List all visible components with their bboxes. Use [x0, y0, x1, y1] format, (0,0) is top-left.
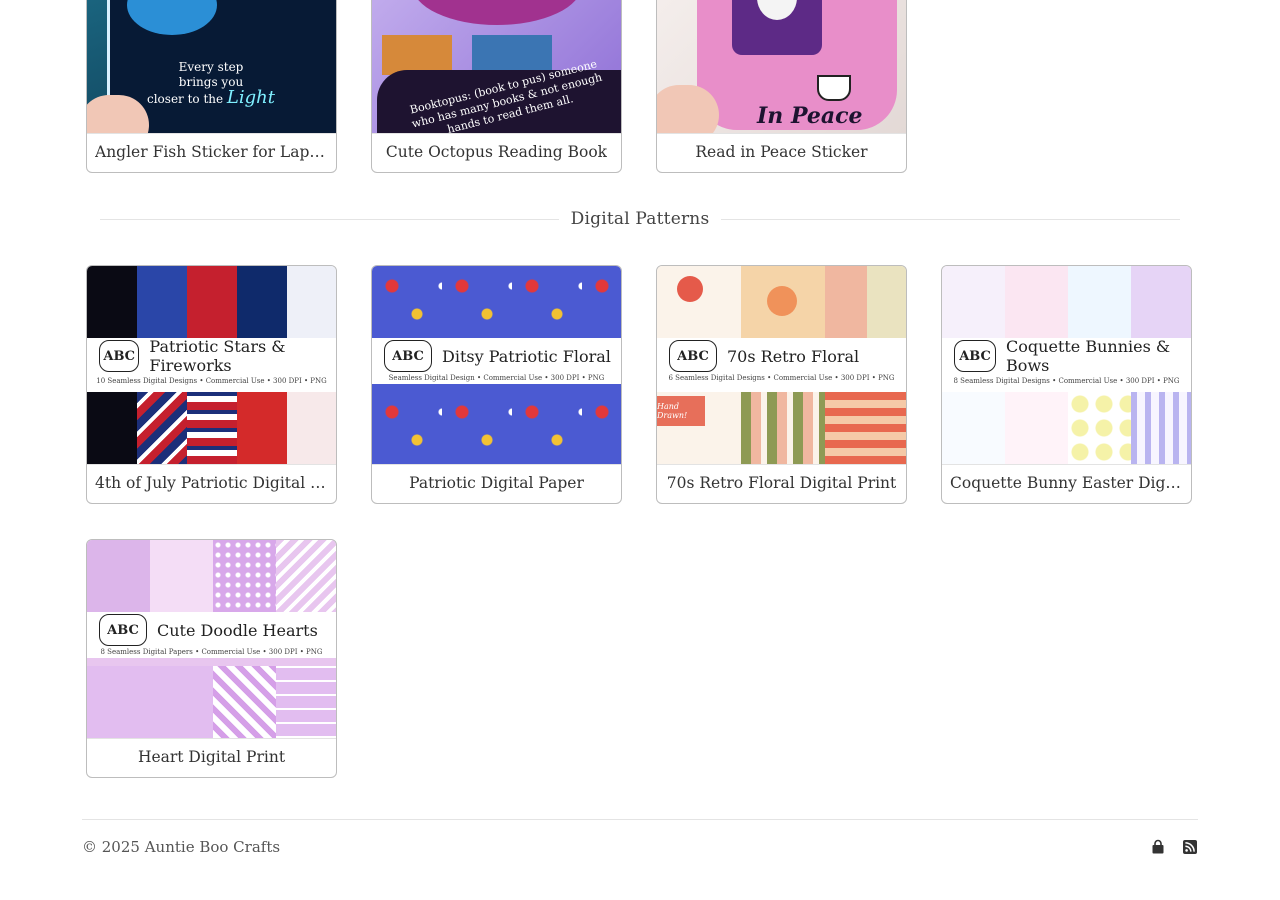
shopping-bag-icon[interactable] — [1150, 839, 1166, 855]
pattern-label: ABC Ditsy Patriotic Floral Seamless Digit… — [372, 338, 621, 384]
section-title: Digital Patterns — [570, 209, 710, 229]
product-title: Read in Peace Sticker — [695, 143, 868, 161]
brand-logo: ABC — [384, 340, 432, 372]
pattern-label: ABC 70s Retro Floral 6 Seamless Digital D… — [657, 338, 906, 384]
product-card-doodle-hearts[interactable]: ABC Cute Doodle Hearts 8 Seamless Digital… — [86, 539, 337, 778]
product-card-ditsy-floral[interactable]: ABC Ditsy Patriotic Floral Seamless Digit… — [371, 265, 622, 504]
product-image: Booktopus: (book to pus) someone who has… — [372, 0, 621, 134]
product-image: ABC Ditsy Patriotic Floral Seamless Digit… — [372, 266, 621, 465]
brand-logo: ABC — [99, 614, 147, 646]
product-image: ABC Patriotic Stars & Fireworks 10 Seamle… — [87, 266, 336, 465]
divider — [721, 218, 1181, 220]
section-header: Digital Patterns — [100, 206, 1181, 232]
product-card-read-in-peace[interactable]: In Peace Read in Peace Sticker — [656, 0, 907, 173]
brand-logo: ABC — [669, 340, 717, 372]
product-image: ABC Coquette Bunnies & Bows 8 Seamless Di… — [942, 266, 1191, 465]
product-card-70s-retro-floral[interactable]: Hand Drawn! ABC 70s Retro Floral 6 Seamle… — [656, 265, 907, 504]
product-card-angler-fish[interactable]: Every step brings you closer to the Light … — [86, 0, 337, 173]
product-image: ABC Cute Doodle Hearts 8 Seamless Digital… — [87, 540, 336, 739]
product-image: In Peace — [657, 0, 906, 134]
product-title: Heart Digital Print — [137, 748, 286, 766]
product-title: Cute Octopus Reading Book — [385, 143, 608, 161]
footer-icons — [1150, 839, 1198, 855]
product-image: Every step brings you closer to the Light — [87, 0, 336, 134]
product-title: 4th of July Patriotic Digital Paper — [95, 474, 328, 492]
product-image: Hand Drawn! ABC 70s Retro Floral 6 Seamle… — [657, 266, 906, 465]
product-card-coquette-bunnies[interactable]: ABC Coquette Bunnies & Bows 8 Seamless Di… — [941, 265, 1192, 504]
brand-logo: ABC — [99, 340, 140, 372]
footer-divider — [82, 819, 1198, 820]
product-card-octopus[interactable]: Booktopus: (book to pus) someone who has… — [371, 0, 622, 173]
product-card-patriotic-stars[interactable]: ABC Patriotic Stars & Fireworks 10 Seamle… — [86, 265, 337, 504]
product-title: 70s Retro Floral Digital Print — [666, 474, 897, 492]
hand-drawn-badge: Hand Drawn! — [657, 396, 705, 426]
product-title: Angler Fish Sticker for Laptop — [95, 143, 328, 161]
brand-logo: ABC — [954, 340, 997, 372]
product-title: Patriotic Digital Paper — [409, 474, 584, 492]
footer-copyright: © 2025 Auntie Boo Crafts — [82, 838, 281, 856]
product-title: Coquette Bunny Easter Digital Paper — [950, 474, 1183, 492]
rss-icon[interactable] — [1182, 839, 1198, 855]
pattern-label: ABC Cute Doodle Hearts 8 Seamless Digital… — [87, 612, 336, 658]
pattern-label: ABC Coquette Bunnies & Bows 8 Seamless Di… — [942, 337, 1191, 385]
divider — [100, 218, 559, 220]
pattern-label: ABC Patriotic Stars & Fireworks 10 Seamle… — [87, 337, 336, 385]
